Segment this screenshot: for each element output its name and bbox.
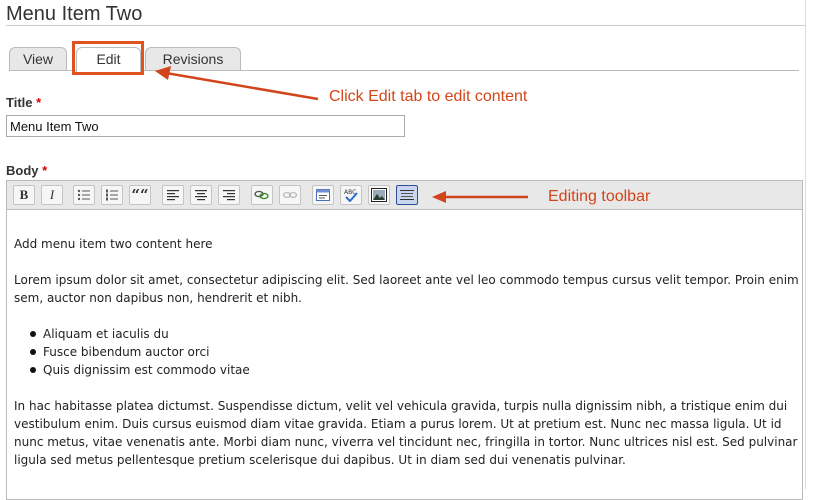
edit-tab-highlight [72,41,144,75]
italic-button[interactable]: I [41,185,63,205]
show-blocks-button[interactable] [396,185,418,205]
page-title: Menu Item Two [6,3,143,25]
title-label: Title * [6,95,41,110]
body-editor[interactable]: Add menu item two content here Lorem ips… [6,210,803,500]
edit-tab-annotation: Click Edit tab to edit content [329,88,528,105]
editor-list: Aliquam et iaculis du Fusce bibendum auc… [30,325,250,379]
editor-paragraph: Lorem ipsum dolor sit amet, consectetur … [14,273,799,305]
title-label-text: Title [6,95,33,110]
tab-revisions[interactable]: Revisions [145,47,241,70]
list-item: Quis dignissim est commodo vitae [30,361,250,379]
title-divider [6,25,806,26]
tab-view[interactable]: View [9,47,67,70]
blockquote-button[interactable]: ““ [129,185,151,205]
editor-paragraph: In hac habitasse platea dictumst. Suspen… [14,399,798,467]
numbered-list-button[interactable] [101,185,123,205]
source-button[interactable] [312,185,334,205]
list-item: Fusce bibendum auctor orci [30,343,250,361]
align-left-button[interactable] [162,185,184,205]
align-left-icon [167,189,179,200]
editor-intro: Add menu item two content here [14,237,213,251]
unlink-button[interactable] [279,185,301,205]
spellcheck-icon: ABC [344,189,358,202]
numbered-list-icon [106,189,118,201]
link-button[interactable] [251,185,273,205]
source-icon [316,189,330,201]
required-marker: * [42,163,48,178]
align-center-icon [195,189,207,200]
bulleted-list-icon [77,189,90,201]
image-icon [371,188,387,202]
spellcheck-button[interactable]: ABC [340,185,362,205]
content-border [805,0,806,489]
show-blocks-icon [400,190,414,200]
image-button[interactable] [368,185,390,205]
unlink-icon [282,191,298,199]
list-item: Aliquam et iaculis du [30,325,250,343]
align-right-icon [223,189,235,200]
toolbar-annotation: Editing toolbar [548,188,651,205]
align-right-button[interactable] [218,185,240,205]
editing-toolbar: B I ““ ABC [6,180,803,210]
body-label-text: Body [6,163,39,178]
body-label: Body * [6,163,47,178]
title-field[interactable] [6,115,405,137]
bold-button[interactable]: B [13,185,35,205]
required-marker: * [36,95,42,110]
link-icon [254,190,269,200]
bulleted-list-button[interactable] [73,185,95,205]
align-center-button[interactable] [190,185,212,205]
